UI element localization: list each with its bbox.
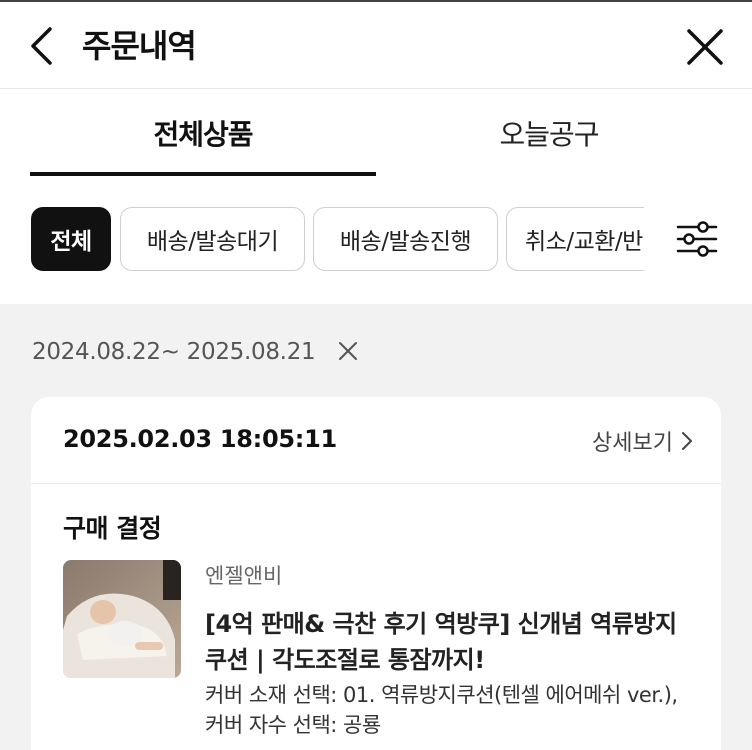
- card-divider: [31, 483, 721, 484]
- filter-settings-button[interactable]: [674, 216, 720, 262]
- product-info: 엔젤앤비 [4억 판매& 극찬 후기 역방쿠] 신개념 역류방지 쿠션 | 각도…: [205, 560, 695, 740]
- header: 주문내역: [0, 0, 752, 88]
- sliders-icon: [676, 221, 718, 257]
- close-icon: [339, 342, 357, 360]
- date-range-text: 2024.08.22~ 2025.08.21: [32, 339, 316, 365]
- back-button[interactable]: [28, 24, 62, 68]
- order-datetime: 2025.02.03 18:05:11: [63, 425, 337, 453]
- product-name[interactable]: [4억 판매& 극찬 후기 역방쿠] 신개념 역류방지 쿠션 | 각도조절로 통…: [205, 606, 695, 678]
- chevron-right-icon: [682, 432, 692, 450]
- chevron-left-icon: [31, 27, 52, 65]
- filter-chip-shipping-waiting[interactable]: 배송/발송대기: [120, 207, 305, 271]
- seller-name[interactable]: 엔젤앤비: [205, 560, 695, 592]
- tab-bar: 전체상품 오늘공구: [0, 88, 752, 176]
- filter-chip-cancel-exchange[interactable]: 취소/교환/반: [506, 207, 644, 271]
- tab-all-products[interactable]: 전체상품: [30, 89, 376, 177]
- date-range-clear-button[interactable]: [336, 339, 360, 363]
- product-thumbnail[interactable]: [63, 560, 181, 678]
- tab-today-group-buy[interactable]: 오늘공구: [376, 89, 722, 177]
- close-icon: [687, 29, 723, 65]
- order-detail-label: 상세보기: [592, 431, 673, 456]
- product-image: [63, 560, 181, 678]
- page-title: 주문내역: [82, 27, 197, 65]
- order-status: 구매 결정: [63, 514, 162, 543]
- order-card: 2025.02.03 18:05:11 상세보기 구매 결정 엔젤앤비 [4억 …: [31, 397, 721, 750]
- filter-chip-all[interactable]: 전체: [31, 207, 111, 271]
- filter-chip-shipping-in-progress[interactable]: 배송/발송진행: [313, 207, 498, 271]
- close-button[interactable]: [684, 26, 726, 68]
- order-detail-link[interactable]: 상세보기: [592, 425, 693, 457]
- filter-bar: 전체 배송/발송대기 배송/발송진행 취소/교환/반: [0, 176, 752, 304]
- product-option: 커버 소재 선택: 01. 역류방지쿠션(텐셀 에어메쉬 ver.), 커버 자…: [205, 683, 678, 737]
